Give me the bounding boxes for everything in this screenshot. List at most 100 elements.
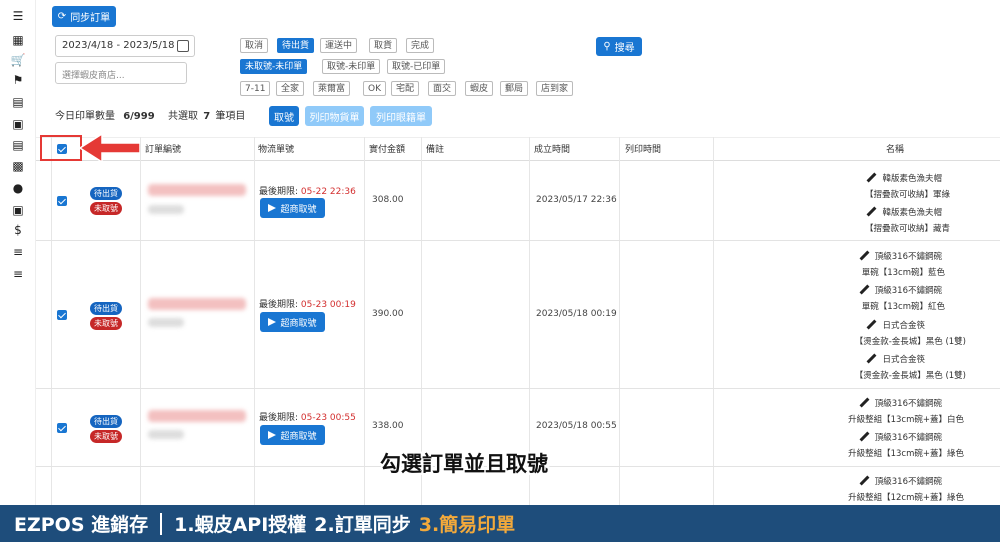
user-icon[interactable]: ● [9, 180, 27, 196]
col-divider [51, 137, 52, 505]
label-chip-unpicked[interactable]: 未取號-未印單 [240, 59, 308, 74]
today-print-count: 今日印單數量 6/999 [55, 107, 155, 122]
item-name-text: 日式合金筷 [882, 355, 925, 365]
store-pick-label: 超商取號 [280, 204, 317, 215]
amount-cell: 338.00 [372, 421, 404, 431]
print-shipping-button[interactable]: 列印眼籍單 [370, 106, 432, 126]
grid-icon[interactable]: ▦ [9, 32, 27, 48]
sidebar: ☰ ▦ 🛒 ⚑ ▤ ▣ ▤ ▩ ● ▣ $ ≡ ≡ [0, 0, 36, 505]
cart-icon[interactable]: 🛒 [9, 52, 27, 68]
item-name: 日式合金筷 [866, 319, 925, 331]
store-pick-button[interactable]: 超商取號 [260, 198, 325, 218]
pencil-icon[interactable] [859, 397, 870, 408]
send-icon [268, 204, 277, 212]
video-subtitle: 勾選訂單並且取號 [380, 452, 548, 476]
logistics-chip-facetoface[interactable]: 面交 [428, 81, 457, 96]
col-divider [713, 137, 714, 505]
bar-chart-icon[interactable]: ▩ [9, 158, 27, 174]
pencil-icon[interactable] [859, 475, 870, 486]
pencil-icon[interactable] [859, 250, 870, 261]
item-name-text: 頂級316不鏽鋼碗 [874, 399, 942, 409]
label-chip-picked-printed[interactable]: 取號-已印單 [387, 59, 446, 74]
col-tracking-no: 物流單號 [258, 145, 295, 155]
dollar-icon[interactable]: $ [9, 222, 27, 238]
item-name-text: 日式合金筷 [882, 321, 925, 331]
truck-icon[interactable]: ▤ [9, 94, 27, 110]
logistics-chip-home[interactable]: 宅配 [391, 81, 420, 96]
store-pick-button[interactable]: 超商取號 [260, 425, 325, 445]
logistics-chip-post[interactable]: 郵局 [500, 81, 529, 96]
status-chip-cancel[interactable]: 取消 [240, 38, 269, 53]
label-chip-picked-unprinted[interactable]: 取號-未印單 [322, 59, 381, 74]
send-icon [268, 431, 277, 439]
banner-brand: EZPOS 進銷存 [14, 514, 149, 536]
pencil-icon[interactable] [867, 353, 877, 364]
store-pick-button[interactable]: 超商取號 [260, 312, 325, 332]
label-status-badge: 未取號 [90, 430, 122, 443]
item-name: 韓版素色漁夫帽 [866, 206, 942, 218]
item-variant: 單碗【13cm碗】紅色 [861, 302, 945, 312]
row-checkbox[interactable] [57, 310, 67, 320]
pick-number-button[interactable]: 取號 [269, 106, 299, 126]
col-divider [364, 137, 365, 505]
row-checkbox[interactable] [57, 196, 67, 206]
search-button[interactable]: ⚲ 搜尋 [596, 37, 642, 56]
print-label-button[interactable]: 列印物貨單 [305, 106, 364, 126]
list-icon[interactable]: ▤ [9, 137, 27, 153]
logistics-chip-family[interactable]: 全家 [276, 81, 305, 96]
banner-step-3: 3.簡易印單 [418, 514, 516, 536]
status-chip-done[interactable]: 完成 [406, 38, 435, 53]
tag-icon[interactable]: ⚑ [9, 72, 27, 88]
item-name: 頂級316不鏽鋼碗 [859, 431, 942, 443]
logistics-chip-storehome[interactable]: 店到家 [536, 81, 574, 96]
pencil-icon[interactable] [859, 431, 870, 442]
status-badge: 待出貨 [90, 187, 122, 200]
created-time-cell: 2023/05/17 22:36 [536, 195, 617, 205]
deadline-text: 最後期限: 05-23 00:55 [259, 410, 356, 423]
date-range-field[interactable]: 2023/4/18 - 2023/5/18 [55, 35, 195, 57]
lines-icon-2[interactable]: ≡ [9, 266, 27, 282]
briefcase-icon[interactable]: ▣ [9, 116, 27, 132]
pencil-icon[interactable] [867, 206, 877, 217]
col-order-no: 訂單編號 [145, 145, 182, 155]
selected-suffix: 筆項目 [215, 111, 246, 122]
order-subtext-redacted [148, 318, 184, 327]
item-name-text: 頂級316不鏽鋼碗 [874, 477, 942, 487]
pencil-icon[interactable] [867, 172, 877, 183]
row-checkbox[interactable] [57, 423, 67, 433]
label-status-badge: 未取號 [90, 317, 122, 330]
status-chip-pending[interactable]: 待出貨 [277, 38, 315, 53]
pointer-arrow-icon [80, 132, 140, 164]
logistics-chip-711[interactable]: 7-11 [240, 81, 271, 96]
item-name: 頂級316不鏽鋼碗 [859, 284, 942, 296]
lines-icon[interactable]: ≡ [9, 244, 27, 260]
col-amount: 實付金額 [369, 145, 406, 155]
label-status-badge: 未取號 [90, 202, 122, 215]
select-all-checkbox[interactable] [57, 144, 67, 154]
calendar-icon[interactable] [177, 40, 189, 52]
pencil-icon[interactable] [867, 319, 877, 330]
status-chip-shipping[interactable]: 運送中 [320, 38, 358, 53]
item-variant: 【燙金款-金長城】黑色 (1雙) [854, 337, 966, 347]
menu-icon[interactable]: ☰ [9, 8, 27, 24]
logistics-chip-shopee[interactable]: 蝦皮 [465, 81, 494, 96]
pencil-icon[interactable] [859, 284, 870, 295]
item-name: 韓版素色漁夫帽 [866, 172, 942, 184]
deadline-label: 最後期限: [259, 413, 299, 423]
logistics-chip-hilife[interactable]: 萊爾富 [313, 81, 351, 96]
deadline-label: 最後期限: [259, 300, 299, 310]
order-subtext-redacted [148, 205, 184, 214]
status-chip-pickup[interactable]: 取貨 [369, 38, 398, 53]
store-pick-label: 超商取號 [280, 318, 317, 329]
sync-orders-button[interactable]: ⟳ 同步訂單 [52, 6, 116, 27]
settings-box-icon[interactable]: ▣ [9, 202, 27, 218]
status-badge: 待出貨 [90, 415, 122, 428]
selected-value: 7 [203, 111, 211, 122]
store-pick-label: 超商取號 [280, 431, 317, 442]
shop-select[interactable]: 選擇蝦皮商店... [55, 62, 187, 84]
logistics-chip-ok[interactable]: OK [363, 81, 386, 96]
col-created-time: 成立時間 [534, 145, 571, 155]
item-variant: 【燙金款-金長城】黑色 (1雙) [854, 371, 966, 381]
item-name-text: 韓版素色漁夫帽 [882, 174, 942, 184]
item-variant: 升級整組【13cm碗+蓋】綠色 [848, 449, 964, 459]
